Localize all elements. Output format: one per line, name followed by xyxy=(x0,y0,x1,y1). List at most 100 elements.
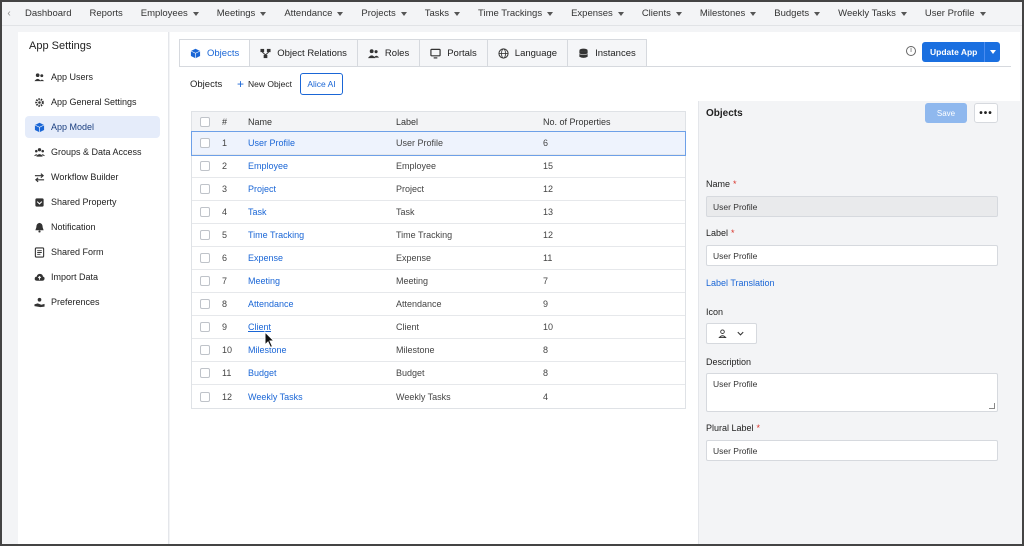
monitor-icon xyxy=(430,48,441,58)
row-checkbox[interactable] xyxy=(200,299,210,309)
update-app-button[interactable]: Update App xyxy=(922,42,1000,62)
table-row[interactable]: 5 Time Tracking Time Tracking 12 xyxy=(192,224,685,247)
nav-item-reports[interactable]: Reports xyxy=(80,2,131,26)
sidebar-item-app-model[interactable]: App Model xyxy=(25,116,160,138)
object-name-link[interactable]: Task xyxy=(248,207,267,217)
sidebar-item-workflow-builder[interactable]: Workflow Builder xyxy=(25,166,160,188)
nav-item-user-profile[interactable]: User Profile xyxy=(916,2,995,26)
roles-icon xyxy=(367,48,379,58)
tab-label: Roles xyxy=(384,47,410,59)
object-name-link[interactable]: Project xyxy=(248,184,276,194)
table-row[interactable]: 1 User Profile User Profile 6 xyxy=(191,131,686,156)
object-name-link[interactable]: Expense xyxy=(248,253,283,263)
nav-item-dashboard[interactable]: Dashboard xyxy=(16,2,80,26)
nav-item-projects[interactable]: Projects xyxy=(352,2,415,26)
caret-down-icon xyxy=(979,11,986,16)
nav-item-tasks[interactable]: Tasks xyxy=(416,2,469,26)
object-label: Budget xyxy=(396,368,425,378)
table-row[interactable]: 2 Employee Employee 15 xyxy=(192,155,685,178)
object-name-link[interactable]: Employee xyxy=(248,161,288,171)
cloud-upload-icon xyxy=(34,273,45,281)
nav-scroll-left-icon[interactable]: ‹ xyxy=(2,8,16,19)
sidebar-item-shared-form[interactable]: Shared Form xyxy=(25,241,160,263)
sidebar-item-preferences[interactable]: Preferences xyxy=(25,291,160,313)
tab-object-relations[interactable]: Object Relations xyxy=(250,39,358,67)
tab-portals[interactable]: Portals xyxy=(420,39,488,67)
save-button[interactable]: Save xyxy=(925,103,967,123)
object-label: Employee xyxy=(396,161,437,171)
row-checkbox[interactable] xyxy=(200,138,210,148)
bell-icon xyxy=(34,222,44,233)
select-all-checkbox[interactable] xyxy=(200,116,210,127)
tab-language[interactable]: Language xyxy=(487,39,569,67)
tab-roles[interactable]: Roles xyxy=(357,39,421,67)
table-row[interactable]: 6 Expense Expense 11 xyxy=(192,247,685,270)
label-field[interactable]: User Profile xyxy=(706,245,998,266)
nav-item-weekly-tasks[interactable]: Weekly Tasks xyxy=(829,2,916,26)
new-object-button[interactable]: + New Object xyxy=(237,77,292,91)
table-row[interactable]: 11 Budget Budget 8 xyxy=(192,362,685,385)
row-checkbox[interactable] xyxy=(200,253,210,263)
nav-item-employees[interactable]: Employees xyxy=(132,2,208,26)
row-checkbox[interactable] xyxy=(200,368,210,378)
nav-item-time-trackings[interactable]: Time Trackings xyxy=(469,2,562,26)
row-checkbox[interactable] xyxy=(200,391,210,402)
nav-item-label: Projects xyxy=(361,8,396,19)
arrows-icon xyxy=(34,172,44,182)
nav-item-clients[interactable]: Clients xyxy=(633,2,691,26)
caret-down-icon xyxy=(192,11,199,16)
nav-item-budgets[interactable]: Budgets xyxy=(765,2,829,26)
sidebar-item-app-general-settings[interactable]: App General Settings xyxy=(25,91,160,113)
row-checkbox[interactable] xyxy=(200,161,210,171)
table-row[interactable]: 4 Task Task 13 xyxy=(192,201,685,224)
sidebar-item-import-data[interactable]: Import Data xyxy=(25,266,160,288)
sidebar-item-shared-property[interactable]: Shared Property xyxy=(25,191,160,213)
panel-title: Objects xyxy=(706,108,743,119)
more-options-button[interactable]: ••• xyxy=(974,103,998,123)
sidebar-title: App Settings xyxy=(29,40,92,52)
info-icon[interactable]: i xyxy=(906,46,916,56)
sidebar-item-notification[interactable]: Notification xyxy=(25,216,160,238)
sidebar-item-label: App Model xyxy=(51,122,95,132)
resize-handle-icon[interactable] xyxy=(989,403,995,409)
column-header-name[interactable]: Name xyxy=(248,117,272,127)
object-name-link[interactable]: Meeting xyxy=(248,276,280,286)
row-checkbox[interactable] xyxy=(200,322,210,332)
table-row[interactable]: 12 Weekly Tasks Weekly Tasks 4 xyxy=(192,385,685,408)
row-checkbox[interactable] xyxy=(200,184,210,194)
row-number: 6 xyxy=(222,253,228,263)
description-field[interactable]: User Profile xyxy=(706,373,998,412)
table-row[interactable]: 3 Project Project 12 xyxy=(192,178,685,201)
object-label: Milestone xyxy=(396,345,435,355)
update-app-dropdown-toggle[interactable] xyxy=(984,42,1000,62)
table-row[interactable]: 7 Meeting Meeting 7 xyxy=(192,270,685,293)
object-name-link[interactable]: User Profile xyxy=(248,138,295,148)
object-label: Expense xyxy=(396,253,432,263)
nav-item-attendance[interactable]: Attendance xyxy=(275,2,352,26)
row-checkbox[interactable] xyxy=(200,230,210,240)
nav-item-expenses[interactable]: Expenses xyxy=(562,2,633,26)
plural-label-field[interactable]: User Profile xyxy=(706,440,998,461)
sidebar-item-groups-data-access[interactable]: Groups & Data Access xyxy=(25,141,160,163)
row-checkbox[interactable] xyxy=(200,345,210,355)
column-header-label[interactable]: Label xyxy=(396,117,418,127)
property-count: 15 xyxy=(543,161,554,171)
object-name-link[interactable]: Weekly Tasks xyxy=(248,392,303,402)
object-name-link[interactable]: Budget xyxy=(248,368,277,378)
sidebar-item-app-users[interactable]: App Users xyxy=(25,66,160,88)
alice-ai-button[interactable]: Alice AI xyxy=(300,73,343,95)
label-translation-link[interactable]: Label Translation xyxy=(706,278,775,288)
nav-item-meetings[interactable]: Meetings xyxy=(208,2,276,26)
table-row[interactable]: 8 Attendance Attendance 9 xyxy=(192,293,685,316)
object-name-link[interactable]: Time Tracking xyxy=(248,230,304,240)
object-label: User Profile xyxy=(396,138,444,148)
column-header-properties[interactable]: No. of Properties xyxy=(543,117,611,127)
plural-label-text: Plural Label xyxy=(706,423,754,433)
tab-objects[interactable]: Objects xyxy=(179,39,251,67)
object-name-link[interactable]: Attendance xyxy=(248,299,294,309)
icon-selector[interactable] xyxy=(706,323,757,344)
row-checkbox[interactable] xyxy=(200,276,210,286)
tab-instances[interactable]: Instances xyxy=(568,39,647,67)
nav-item-milestones[interactable]: Milestones xyxy=(691,2,765,26)
row-checkbox[interactable] xyxy=(200,207,210,217)
